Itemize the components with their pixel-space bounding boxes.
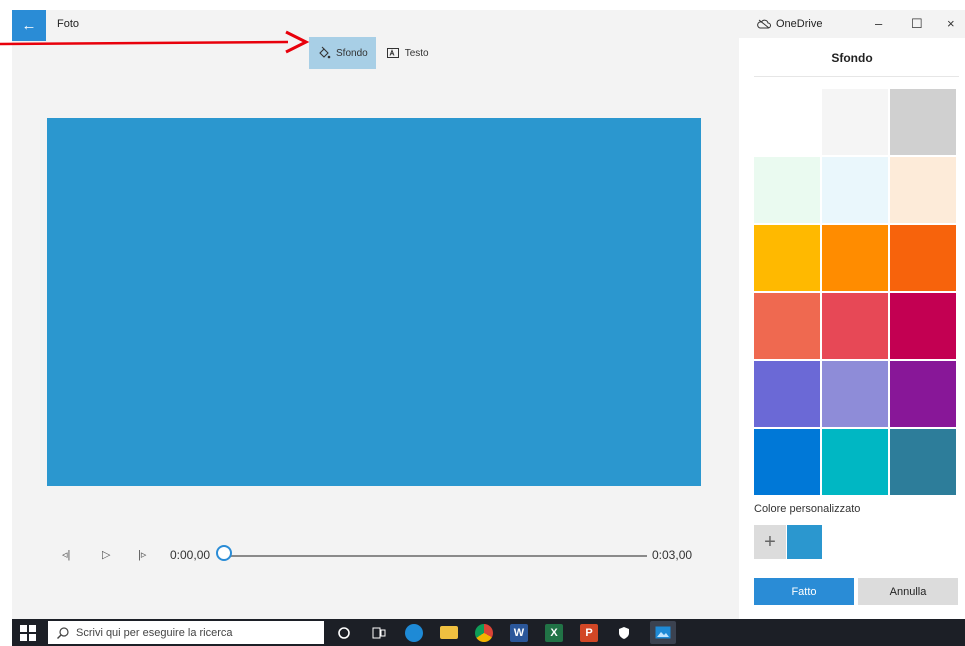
edge-icon[interactable]	[405, 623, 423, 642]
taskbar-pinned-apps: W X P	[335, 621, 676, 644]
background-tab-button[interactable]: Sfondo	[309, 37, 376, 69]
color-swatch[interactable]	[890, 293, 956, 359]
color-swatch-grid	[754, 89, 959, 495]
color-swatch[interactable]	[754, 89, 820, 155]
seek-track[interactable]	[222, 555, 647, 557]
screen: ← Foto Sfondo Testo ◃| ▷ |▹ 0:00,00 0:03…	[12, 10, 965, 646]
color-swatch[interactable]	[754, 361, 820, 427]
title-card-preview	[47, 118, 701, 486]
color-swatch[interactable]	[890, 225, 956, 291]
taskbar-search-box[interactable]: Scrivi qui per eseguire la ricerca	[48, 621, 324, 644]
search-placeholder: Scrivi qui per eseguire la ricerca	[76, 626, 233, 639]
color-swatch[interactable]	[822, 293, 888, 359]
search-icon	[57, 626, 69, 639]
onedrive-label: OneDrive	[776, 18, 823, 30]
custom-color-label: Colore personalizzato	[754, 503, 861, 515]
end-time: 0:03,00	[652, 548, 693, 562]
current-time: 0:00,00	[170, 548, 211, 562]
onedrive-icon	[757, 19, 771, 29]
playback-controls: ◃| ▷ |▹ 0:00,00 0:03,00	[52, 540, 702, 570]
minimize-button[interactable]: –	[875, 16, 882, 31]
color-swatch[interactable]	[890, 429, 956, 495]
color-swatch[interactable]	[754, 225, 820, 291]
next-frame-icon[interactable]: |▹	[138, 548, 146, 561]
panel-divider	[754, 76, 959, 77]
cortana-icon[interactable]	[335, 624, 353, 642]
photos-window: ← Foto Sfondo Testo ◃| ▷ |▹ 0:00,00 0:03…	[12, 10, 965, 619]
color-swatch[interactable]	[754, 429, 820, 495]
color-swatch[interactable]	[890, 89, 956, 155]
word-icon[interactable]: W	[510, 623, 528, 642]
play-icon[interactable]: ▷	[102, 548, 110, 561]
close-button[interactable]: ×	[947, 16, 955, 31]
color-swatch[interactable]	[822, 361, 888, 427]
excel-icon[interactable]: X	[545, 623, 563, 642]
powerpoint-icon[interactable]: P	[580, 623, 598, 642]
background-tab-label: Sfondo	[336, 47, 368, 59]
add-custom-color-button[interactable]: +	[754, 525, 786, 559]
color-swatch[interactable]	[822, 89, 888, 155]
color-swatch[interactable]	[822, 225, 888, 291]
panel-title: Sfondo	[831, 51, 873, 65]
color-swatch[interactable]	[890, 157, 956, 223]
color-swatch[interactable]	[890, 361, 956, 427]
security-icon[interactable]	[615, 624, 633, 642]
panel-title-bar: OneDrive – ☐ ×	[739, 10, 965, 38]
done-button[interactable]: Fatto	[754, 578, 854, 605]
chrome-icon[interactable]	[475, 623, 493, 642]
text-tab-button[interactable]: Testo	[378, 37, 437, 69]
color-swatch[interactable]	[822, 157, 888, 223]
photos-icon[interactable]	[650, 621, 676, 644]
color-swatch[interactable]	[822, 429, 888, 495]
color-swatch[interactable]	[754, 157, 820, 223]
windows-start-icon[interactable]	[20, 625, 36, 641]
color-swatch[interactable]	[754, 293, 820, 359]
custom-color-swatch[interactable]	[787, 525, 822, 559]
cancel-button[interactable]: Annulla	[858, 578, 958, 605]
annotation-arrow	[0, 30, 310, 54]
background-panel: OneDrive – ☐ × Sfondo Colore personalizz…	[739, 10, 965, 619]
paint-bucket-icon	[319, 46, 331, 59]
seek-slider-thumb[interactable]	[216, 545, 232, 561]
file-explorer-icon[interactable]	[440, 626, 458, 639]
text-tab-label: Testo	[404, 47, 429, 59]
taskbar: Scrivi qui per eseguire la ricerca W X P	[12, 619, 965, 646]
onedrive-indicator[interactable]: OneDrive	[757, 18, 822, 30]
task-view-icon[interactable]	[370, 624, 388, 642]
editor-toolbar: Sfondo Testo	[309, 37, 437, 69]
text-box-icon	[386, 48, 399, 58]
previous-frame-icon[interactable]: ◃|	[62, 548, 70, 561]
maximize-button[interactable]: ☐	[911, 16, 923, 32]
